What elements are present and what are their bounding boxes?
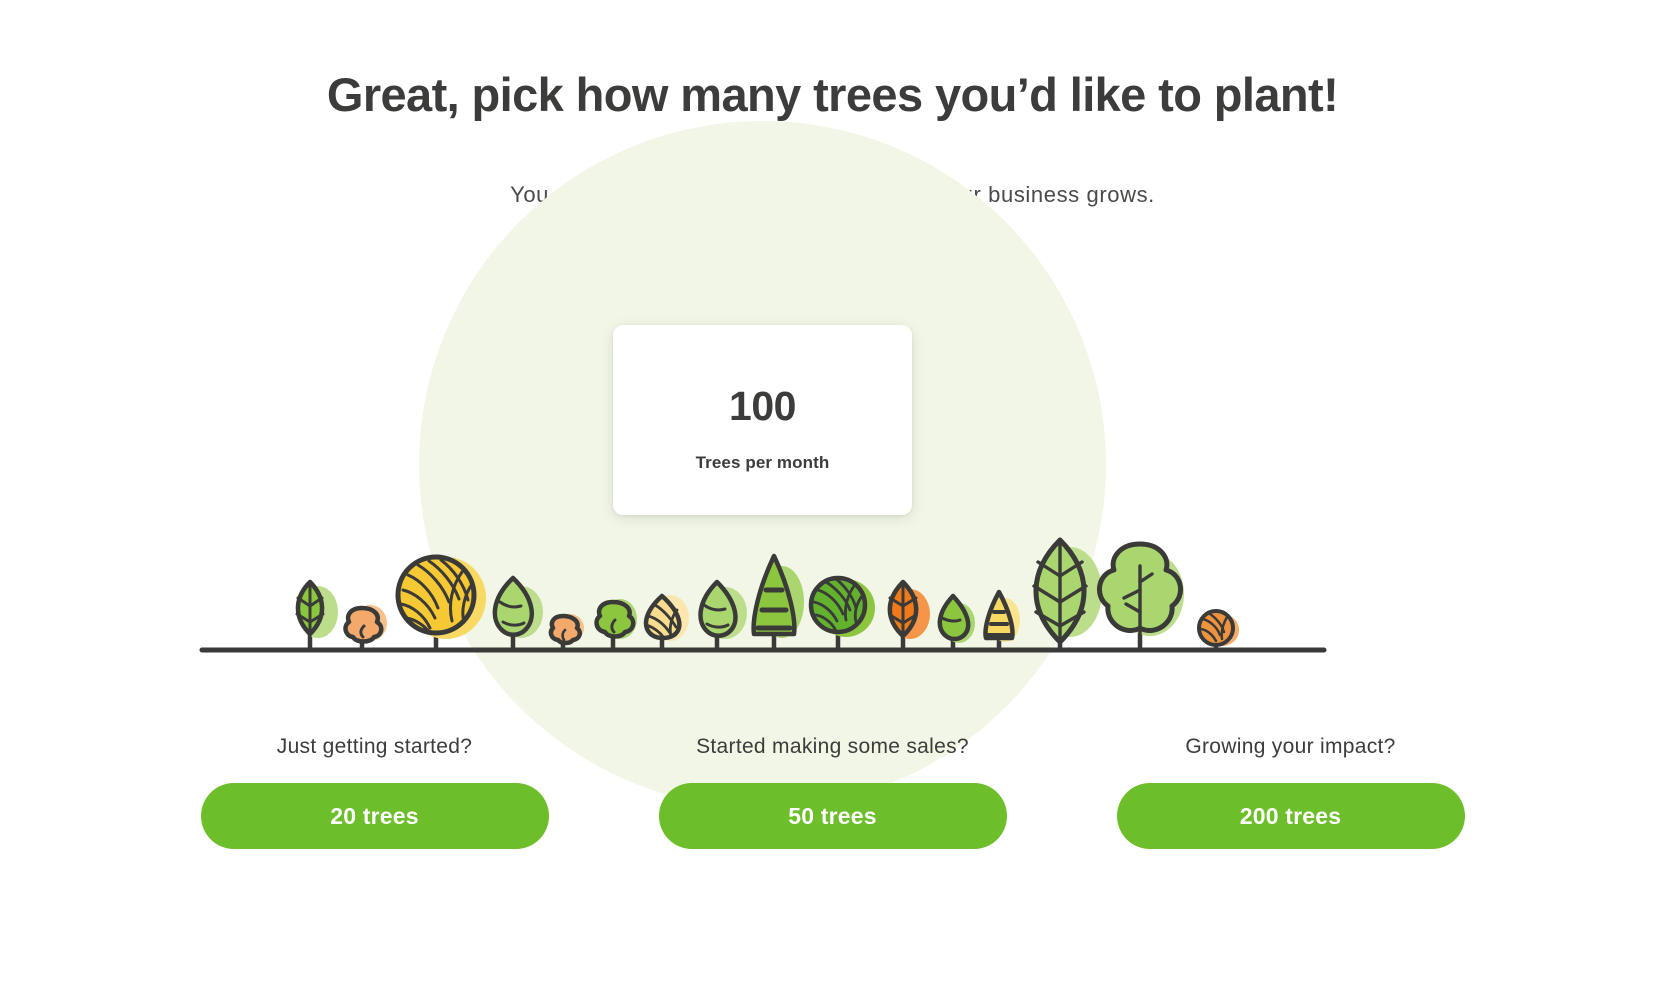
preset-50-trees-button[interactable]: 50 trees — [658, 783, 1007, 849]
onboarding-tree-picker-screen: Great, pick how many trees you’d like to… — [0, 0, 1665, 986]
tree-round-swirl-16 — [1197, 609, 1235, 647]
tree-leaf-veined-11 — [887, 579, 919, 639]
tree-round-swirl-10 — [808, 575, 868, 635]
preset-option-1: Just getting started? 20 trees — [200, 735, 549, 849]
tree-count-value: 100 — [729, 382, 796, 429]
preset-200-trees-button[interactable]: 200 trees — [1116, 783, 1465, 849]
page-title: Great, pick how many trees you’d like to… — [326, 68, 1339, 122]
preset-option-1-label: Just getting started? — [276, 735, 473, 758]
tree-count-card[interactable]: 100 Trees per month — [613, 325, 912, 515]
tree-cloud-bush-5 — [548, 613, 583, 646]
preset-options-row: Just getting started? 20 trees Started m… — [0, 735, 1665, 849]
tree-cloud-bush-6 — [594, 599, 636, 639]
tree-teardrop-12 — [937, 593, 971, 642]
tree-round-swirl-3 — [395, 554, 477, 636]
tree-cloud-bush-15 — [1097, 541, 1183, 640]
preset-option-3-label: Growing your impact? — [1185, 735, 1396, 758]
preset-20-trees-button[interactable]: 20 trees — [200, 783, 549, 849]
preset-option-2-label: Started making some sales? — [696, 735, 969, 758]
tree-count-label: Trees per month — [695, 452, 830, 472]
tree-cloud-bush-2 — [343, 605, 384, 644]
forest-svg — [199, 537, 1327, 653]
preset-option-2: Started making some sales? 50 trees — [658, 735, 1007, 849]
tree-teardrop-4 — [492, 575, 534, 637]
preset-option-3: Growing your impact? 200 trees — [1116, 735, 1465, 849]
forest-illustration — [0, 520, 1665, 665]
